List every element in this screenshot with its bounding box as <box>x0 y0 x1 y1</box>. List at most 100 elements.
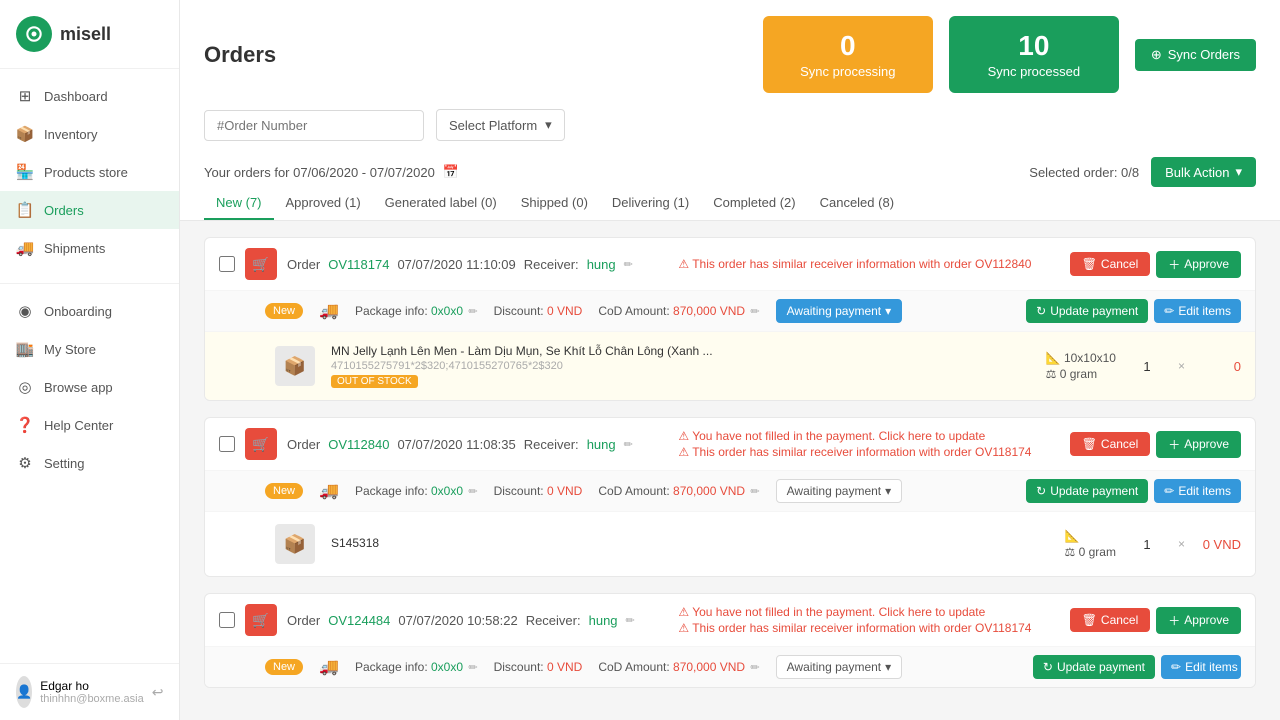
orders-list: 🛒 Order OV118174 07/07/2020 11:10:09 Rec… <box>180 221 1280 720</box>
platform-select[interactable]: Select Platform ▾ <box>436 109 565 141</box>
edit-items-button[interactable]: ✏ Edit items <box>1154 299 1241 323</box>
shipping-icon: 🚚 <box>319 657 339 677</box>
payment-status-button[interactable]: Awaiting payment ▾ <box>776 299 903 323</box>
weight-value: ⚖ 0 gram <box>1046 367 1116 381</box>
sidebar-item-setting[interactable]: ⚙ Setting <box>0 444 179 482</box>
receiver-link[interactable]: hung <box>589 613 618 628</box>
order-id-link[interactable]: OV118174 <box>328 257 389 272</box>
discount-value: 0 VND <box>547 304 582 318</box>
edit-receiver-icon[interactable]: ✏ <box>624 438 633 451</box>
product-price: 0 <box>1201 359 1241 374</box>
chevron-down-icon: ▾ <box>885 660 891 674</box>
edit-items-button[interactable]: ✏ Edit items <box>1154 479 1241 503</box>
edit-cod-icon[interactable]: ✏ <box>750 662 759 674</box>
update-payment-button[interactable]: ↻ Update payment <box>1026 299 1148 323</box>
sidebar-item-dashboard[interactable]: ⊞ Dashboard <box>0 77 179 115</box>
sidebar-item-label: Dashboard <box>44 89 108 104</box>
order-checkbox[interactable] <box>219 256 235 272</box>
sidebar-item-help-center[interactable]: ❓ Help Center <box>0 406 179 444</box>
edit-receiver-icon[interactable]: ✏ <box>626 614 635 627</box>
sidebar-item-label: Onboarding <box>44 304 112 319</box>
sidebar-item-orders[interactable]: 📋 Orders <box>0 191 179 229</box>
chevron-down-icon: ▾ <box>885 304 891 318</box>
product-price: 0 VND <box>1201 537 1241 552</box>
help-center-icon: ❓ <box>16 416 34 434</box>
order-info: Order OV112840 07/07/2020 11:08:35 Recei… <box>287 437 668 452</box>
approve-button[interactable]: ＋ Approve <box>1156 607 1241 634</box>
order-warning-2: ⚠ This order has similar receiver inform… <box>678 621 1059 635</box>
order-details: New 🚚 Package info: 0x0x0 ✏ Discount: 0 … <box>205 290 1255 331</box>
tab-generated-label[interactable]: Generated label (0) <box>373 187 509 220</box>
cod-value: 870,000 VND <box>673 660 745 674</box>
calendar-icon[interactable]: 📅 <box>443 164 459 180</box>
edit-package-icon[interactable]: ✏ <box>468 662 477 674</box>
onboarding-icon: ◉ <box>16 302 34 320</box>
order-warning-1: ⚠ You have not filled in the payment. Cl… <box>678 429 1059 443</box>
sidebar-item-products-store[interactable]: 🏪 Products store <box>0 153 179 191</box>
order-id-link[interactable]: OV124484 <box>328 613 390 628</box>
logo-icon <box>16 16 52 52</box>
sync-processing-card: 0 Sync processing <box>763 16 933 93</box>
user-email: thinhhn@boxme.asia <box>40 693 144 705</box>
tab-delivering[interactable]: Delivering (1) <box>600 187 701 220</box>
cancel-button[interactable]: 🗑 Cancel <box>1070 432 1151 456</box>
nav-menu: ⊞ Dashboard 📦 Inventory 🏪 Products store… <box>0 69 179 663</box>
approve-button[interactable]: ＋ Approve <box>1156 431 1241 458</box>
order-number-input[interactable] <box>204 110 424 141</box>
update-payment-button[interactable]: ↻ Update payment <box>1033 655 1155 679</box>
package-info-value[interactable]: 0x0x0 <box>431 304 463 318</box>
logout-icon[interactable]: ↩ <box>152 684 164 701</box>
order-header: 🛒 Order OV112840 07/07/2020 11:08:35 Rec… <box>205 418 1255 470</box>
dimensions-icon: 📐 <box>1065 529 1116 543</box>
update-payment-button[interactable]: ↻ Update payment <box>1026 479 1148 503</box>
order-details: New 🚚 Package info: 0x0x0 ✏ Discount: 0 … <box>205 646 1255 687</box>
sidebar-item-my-store[interactable]: 🏬 My Store <box>0 330 179 368</box>
edit-cod-icon[interactable]: ✏ <box>750 306 759 318</box>
tab-approved[interactable]: Approved (1) <box>274 187 373 220</box>
sidebar-item-onboarding[interactable]: ◉ Onboarding <box>0 292 179 330</box>
edit-cod-icon[interactable]: ✏ <box>750 486 759 498</box>
order-id-link[interactable]: OV112840 <box>328 437 389 452</box>
sidebar-item-label: Products store <box>44 165 128 180</box>
plus-icon: ＋ <box>1168 612 1180 629</box>
payment-status-button[interactable]: Awaiting payment ▾ <box>776 479 903 503</box>
product-qty: 1 <box>1132 537 1162 552</box>
receiver-link[interactable]: hung <box>587 437 616 452</box>
cancel-button[interactable]: 🗑 Cancel <box>1070 252 1151 276</box>
edit-receiver-icon[interactable]: ✏ <box>624 258 633 271</box>
sync-orders-button[interactable]: ⊕ Sync Orders <box>1135 39 1256 71</box>
dashboard-icon: ⊞ <box>16 87 34 105</box>
receiver-link[interactable]: hung <box>587 257 616 272</box>
cod-value: 870,000 VND <box>673 484 745 498</box>
edit-package-icon[interactable]: ✏ <box>468 306 477 318</box>
approve-button[interactable]: ＋ Approve <box>1156 251 1241 278</box>
payment-status-button[interactable]: Awaiting payment ▾ <box>776 655 903 679</box>
sidebar-item-browse-app[interactable]: ◎ Browse app <box>0 368 179 406</box>
chevron-down-icon: ▾ <box>1235 164 1242 180</box>
order-checkbox[interactable] <box>219 612 235 628</box>
edit-items-button[interactable]: ✏ Edit items <box>1161 655 1241 679</box>
order-checkbox[interactable] <box>219 436 235 452</box>
tab-new[interactable]: New (7) <box>204 187 274 220</box>
tab-completed[interactable]: Completed (2) <box>701 187 807 220</box>
status-badge-new: New <box>265 659 303 675</box>
edit-package-icon[interactable]: ✏ <box>468 486 477 498</box>
user-details: Edgar ho thinhhn@boxme.asia <box>40 679 144 705</box>
order-label: Order <box>287 613 320 628</box>
sidebar-item-shipments[interactable]: 🚚 Shipments <box>0 229 179 267</box>
order-platform-icon: 🛒 <box>245 428 277 460</box>
order-warnings: ⚠ You have not filled in the payment. Cl… <box>678 605 1059 635</box>
tab-shipped[interactable]: Shipped (0) <box>509 187 600 220</box>
tab-canceled[interactable]: Canceled (8) <box>808 187 906 220</box>
cancel-button[interactable]: 🗑 Cancel <box>1070 608 1151 632</box>
sidebar-item-label: Shipments <box>44 241 105 256</box>
package-info-value[interactable]: 0x0x0 <box>431 660 463 674</box>
sidebar: misell ⊞ Dashboard 📦 Inventory 🏪 Product… <box>0 0 180 720</box>
sidebar-item-label: Setting <box>44 456 84 471</box>
orders-icon: 📋 <box>16 201 34 219</box>
package-info-value[interactable]: 0x0x0 <box>431 484 463 498</box>
sync-processed-card: 10 Sync processed <box>949 16 1119 93</box>
sidebar-footer: 👤 Edgar ho thinhhn@boxme.asia ↩ <box>0 663 179 720</box>
bulk-action-button[interactable]: Bulk Action ▾ <box>1151 157 1256 187</box>
sidebar-item-inventory[interactable]: 📦 Inventory <box>0 115 179 153</box>
